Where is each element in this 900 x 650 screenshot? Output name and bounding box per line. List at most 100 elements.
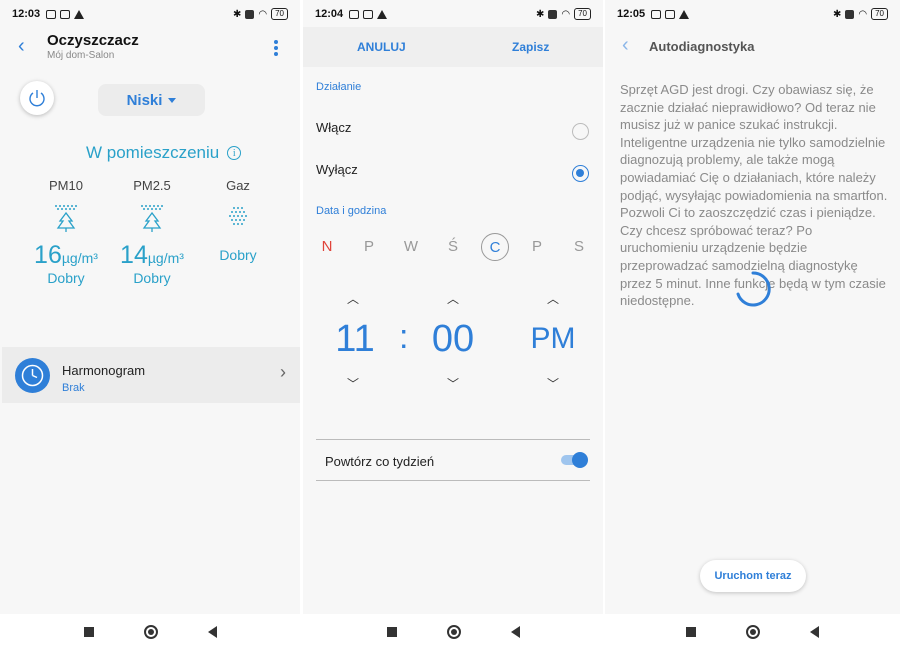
run-now-button[interactable]: Uruchom teraz xyxy=(700,560,806,592)
back-arrow-icon[interactable]: ‹ xyxy=(622,34,629,57)
day-monday[interactable]: P xyxy=(355,233,383,261)
day-selector: N P W Ś C P S xyxy=(313,233,603,261)
option-turn-on[interactable]: Włącz xyxy=(316,120,590,144)
hour-value[interactable]: 11 xyxy=(325,318,385,361)
status-time: 12:03 xyxy=(12,8,41,20)
battery-icon: 70 xyxy=(871,8,888,20)
gas-metric: Gaz Dobry xyxy=(198,178,278,263)
status-time: 12:05 xyxy=(617,8,646,20)
metric-value: 14µg/m³ xyxy=(120,241,184,269)
repeat-weekly-toggle[interactable] xyxy=(559,452,589,468)
time-separator: : xyxy=(399,318,409,356)
bluetooth-icon: ✱ xyxy=(535,8,545,20)
action-header: ANULUJ Zapisz xyxy=(303,27,603,67)
clock-icon xyxy=(15,358,50,393)
home-icon[interactable] xyxy=(446,625,461,639)
status-bar: 12:05 ✱ ◠ 70 xyxy=(605,0,900,28)
status-bar: 12:04 ✱ ◠ 70 xyxy=(303,0,603,28)
metric-status: Dobry xyxy=(133,270,171,286)
day-wednesday[interactable]: Ś xyxy=(439,233,467,261)
room-section-title: W pomieszczeniu i xyxy=(86,143,242,163)
system-nav-bar xyxy=(605,614,900,650)
datetime-section-label: Data i godzina xyxy=(316,205,387,217)
more-options-icon[interactable] xyxy=(274,40,278,58)
schedule-title: Harmonogram xyxy=(62,363,146,378)
day-thursday[interactable]: C xyxy=(481,233,509,261)
ampm-value[interactable]: PM xyxy=(525,322,581,356)
back-icon[interactable] xyxy=(207,626,217,638)
wifi-icon: ◠ xyxy=(561,8,571,20)
metric-label: Gaz xyxy=(226,178,250,193)
day-tuesday[interactable]: W xyxy=(397,233,425,261)
day-sunday[interactable]: N xyxy=(313,233,341,261)
option-label: Wyłącz xyxy=(316,162,358,177)
gas-pattern-icon xyxy=(198,203,278,233)
ampm-down-icon[interactable]: ﹀ xyxy=(538,375,568,392)
signal-icon xyxy=(845,9,855,19)
battery-icon: 70 xyxy=(271,8,288,20)
day-friday[interactable]: P xyxy=(523,233,551,261)
wifi-icon: ◠ xyxy=(258,8,268,20)
self-diagnosis-screen: 12:05 ✱ ◠ 70 ‹ Autodiagnostyka Sprzęt AG… xyxy=(605,0,900,650)
particle-tree-icon xyxy=(112,203,192,233)
instagram-icon xyxy=(46,9,57,19)
instagram-icon xyxy=(349,9,360,19)
recents-icon[interactable] xyxy=(386,627,397,637)
minute-down-icon[interactable]: ﹀ xyxy=(438,375,468,392)
bluetooth-icon: ✱ xyxy=(832,8,842,20)
purifier-screen: 12:03 ✱ ◠ 70 ‹ Oczyszczacz Mój dom-Salon… xyxy=(0,0,300,650)
bluetooth-icon: ✱ xyxy=(232,8,242,20)
schedule-edit-screen: 12:04 ✱ ◠ 70 ANULUJ Zapisz Działanie Włą… xyxy=(303,0,603,650)
option-label: Włącz xyxy=(316,120,352,135)
dropdown-caret-icon xyxy=(168,97,177,103)
warning-icon xyxy=(679,9,690,19)
page-title: Autodiagnostyka xyxy=(649,39,755,54)
minute-up-icon[interactable]: ︿ xyxy=(438,290,468,307)
home-icon[interactable] xyxy=(143,625,158,639)
room-title-text: W pomieszczeniu xyxy=(86,143,220,162)
device-location: Mój dom-Salon xyxy=(47,50,115,61)
metric-label: PM2.5 xyxy=(133,178,171,193)
system-nav-bar xyxy=(303,614,603,650)
instagram-icon xyxy=(651,9,662,19)
app-notification-icon xyxy=(60,9,71,19)
system-nav-bar xyxy=(0,614,300,650)
home-icon[interactable] xyxy=(746,625,760,639)
signal-icon xyxy=(548,9,558,19)
save-button[interactable]: Zapisz xyxy=(512,40,549,54)
wifi-icon: ◠ xyxy=(858,8,868,20)
option-turn-off[interactable]: Wyłącz xyxy=(316,162,590,186)
signal-icon xyxy=(245,9,255,19)
hour-down-icon[interactable]: ﹀ xyxy=(338,375,368,392)
fan-mode-dropdown[interactable]: Niski xyxy=(98,84,205,116)
app-notification-icon xyxy=(665,9,676,19)
metric-status: Dobry xyxy=(219,247,257,263)
divider xyxy=(316,480,590,481)
metric-value: 16µg/m³ xyxy=(34,241,98,269)
radio-button-selected[interactable] xyxy=(572,165,589,182)
cancel-button[interactable]: ANULUJ xyxy=(357,40,406,54)
schedule-row[interactable]: Harmonogram Brak › xyxy=(2,347,300,403)
power-button[interactable] xyxy=(20,81,54,115)
divider xyxy=(316,439,590,440)
pm10-metric: PM10 16µg/m³ Dobry xyxy=(26,178,106,286)
recents-icon[interactable] xyxy=(83,627,94,637)
back-icon[interactable] xyxy=(510,626,520,638)
status-time: 12:04 xyxy=(315,8,344,20)
ampm-up-icon[interactable]: ︿ xyxy=(538,290,568,307)
radio-button[interactable] xyxy=(572,123,589,140)
back-icon[interactable] xyxy=(810,626,819,638)
pm25-metric: PM2.5 14µg/m³ Dobry xyxy=(112,178,192,286)
minute-value[interactable]: 00 xyxy=(423,318,483,361)
fan-mode-value: Niski xyxy=(126,91,163,109)
metric-status: Dobry xyxy=(47,270,85,286)
warning-icon xyxy=(74,9,85,19)
recents-icon[interactable] xyxy=(686,627,696,637)
info-icon[interactable]: i xyxy=(227,146,242,160)
battery-icon: 70 xyxy=(574,8,591,20)
hour-up-icon[interactable]: ︿ xyxy=(338,290,368,307)
day-saturday[interactable]: S xyxy=(565,233,593,261)
back-arrow-icon[interactable]: ‹ xyxy=(18,35,25,58)
schedule-subtitle: Brak xyxy=(62,382,85,394)
status-bar: 12:03 ✱ ◠ 70 xyxy=(0,0,300,28)
